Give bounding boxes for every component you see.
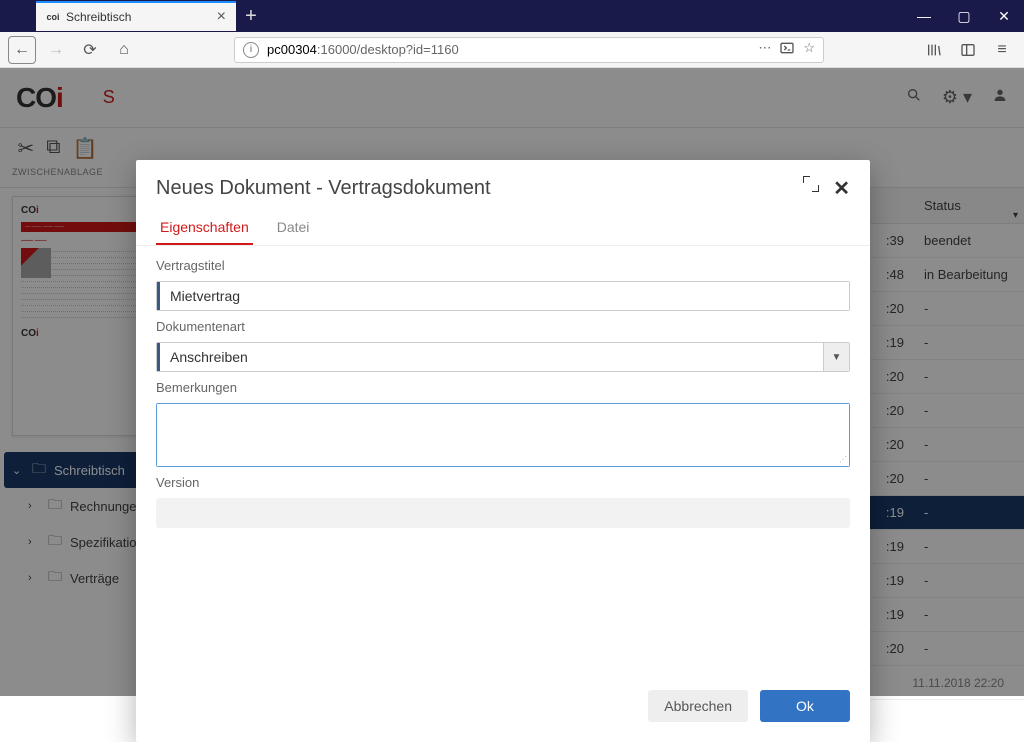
resize-handle-icon[interactable]: ⋰ [839, 455, 847, 464]
new-tab-button[interactable]: + [236, 1, 266, 31]
url-input[interactable]: i pc00304:16000/desktop?id=1160 ⋯ ☆ [234, 37, 824, 63]
field-version [156, 498, 850, 528]
browser-menu-button[interactable]: ≡ [988, 36, 1016, 64]
dialog-tab-datei[interactable]: Datei [273, 211, 314, 245]
label-version: Version [156, 475, 850, 490]
cancel-button[interactable]: Abbrechen [648, 690, 748, 722]
tab-favicon: coi [46, 10, 60, 24]
reader-mode-icon[interactable] [779, 40, 795, 59]
dialog-neues-dokument: Neues Dokument - Vertragsdokument ✕ Eige… [136, 160, 870, 742]
dialog-title: Neues Dokument - Vertragsdokument [156, 177, 491, 200]
browser-address-bar: ← → ⟳ ⌂ i pc00304:16000/desktop?id=1160 … [0, 32, 1024, 68]
window-minimize-button[interactable]: — [904, 0, 944, 32]
page-actions-icon[interactable]: ⋯ [758, 40, 771, 59]
url-host: pc00304 [267, 42, 317, 57]
label-bemerkungen: Bemerkungen [156, 380, 850, 395]
dialog-close-button[interactable]: ✕ [833, 176, 850, 201]
ok-button[interactable]: Ok [760, 690, 850, 722]
library-icon[interactable] [920, 36, 948, 64]
nav-reload-button[interactable]: ⟳ [76, 36, 104, 64]
tab-close-icon[interactable]: × [217, 8, 226, 26]
field-bemerkungen[interactable]: ⋰ [156, 403, 850, 467]
input-vertragstitel[interactable] [160, 282, 849, 310]
dropdown-button[interactable]: ▼ [823, 343, 849, 371]
field-dokumentenart[interactable]: ▼ [156, 342, 850, 372]
window-close-button[interactable]: ✕ [984, 0, 1024, 32]
label-dokumentenart: Dokumentenart [156, 319, 850, 334]
browser-tab[interactable]: coi Schreibtisch × [36, 1, 236, 31]
dialog-tab-eigenschaften[interactable]: Eigenschaften [156, 211, 253, 245]
input-version [156, 498, 850, 528]
site-info-icon[interactable]: i [243, 42, 259, 58]
nav-forward-button: → [42, 36, 70, 64]
sidebar-toggle-icon[interactable] [954, 36, 982, 64]
browser-titlebar: coi Schreibtisch × + — ▢ ✕ [0, 0, 1024, 32]
label-vertragstitel: Vertragstitel [156, 258, 850, 273]
textarea-bemerkungen[interactable] [157, 404, 849, 466]
expand-icon[interactable] [803, 176, 819, 192]
url-path: :16000/desktop?id=1160 [317, 42, 459, 57]
field-vertragstitel[interactable] [156, 281, 850, 311]
select-dokumentenart[interactable] [160, 343, 823, 371]
nav-back-button[interactable]: ← [8, 36, 36, 64]
nav-home-button[interactable]: ⌂ [110, 36, 138, 64]
bookmark-icon[interactable]: ☆ [803, 40, 815, 59]
window-maximize-button[interactable]: ▢ [944, 0, 984, 32]
tab-title: Schreibtisch [66, 10, 131, 24]
